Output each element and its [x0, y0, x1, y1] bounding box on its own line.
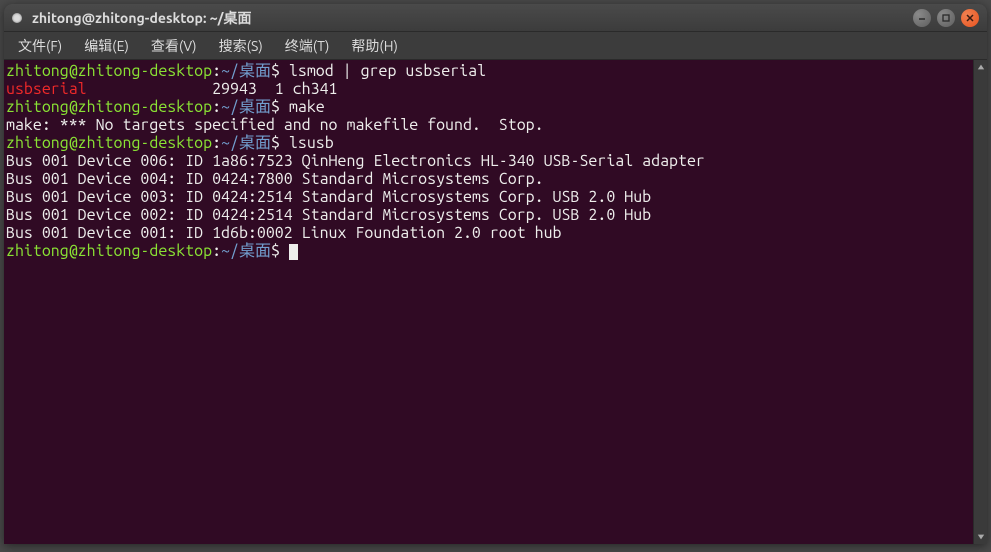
command-text: lsusb — [280, 134, 334, 152]
menu-edit[interactable]: 编辑(E) — [80, 34, 133, 58]
output-text: Bus 001 Device 006: ID 1a86:7523 QinHeng… — [6, 152, 705, 170]
output-text: make: *** No targets specified and no ma… — [6, 116, 544, 134]
prompt-user: zhitong@zhitong-desktop — [6, 242, 212, 260]
prompt-colon: : — [212, 98, 221, 116]
prompt-path: ~/桌面 — [221, 62, 271, 80]
command-text: make — [280, 98, 325, 116]
prompt-user: zhitong@zhitong-desktop — [6, 62, 212, 80]
prompt-path: ~/桌面 — [221, 98, 271, 116]
prompt-colon: : — [212, 134, 221, 152]
terminal-area: zhitong@zhitong-desktop:~/桌面$ lsmod | gr… — [4, 60, 987, 544]
prompt-user: zhitong@zhitong-desktop — [6, 98, 212, 116]
prompt-dollar: $ — [271, 98, 280, 116]
output-text: Bus 001 Device 002: ID 0424:2514 Standar… — [6, 206, 651, 224]
prompt-dollar: $ — [271, 62, 280, 80]
grep-match: usbserial — [6, 80, 87, 98]
menu-view[interactable]: 查看(V) — [147, 34, 201, 58]
maximize-button[interactable] — [937, 9, 955, 27]
output-text: Bus 001 Device 001: ID 1d6b:0002 Linux F… — [6, 224, 562, 242]
scroll-down-button[interactable] — [974, 530, 987, 544]
prompt-colon: : — [212, 242, 221, 260]
cursor — [289, 244, 298, 260]
terminal-content[interactable]: zhitong@zhitong-desktop:~/桌面$ lsmod | gr… — [4, 60, 973, 544]
output-text: Bus 001 Device 004: ID 0424:7800 Standar… — [6, 170, 544, 188]
menubar: 文件(F) 编辑(E) 查看(V) 搜索(S) 终端(T) 帮助(H) — [4, 32, 987, 60]
terminal-window: zhitong@zhitong-desktop: ~/桌面 文件(F) 编辑(E… — [4, 4, 987, 544]
prompt-colon: : — [212, 62, 221, 80]
window-title: zhitong@zhitong-desktop: ~/桌面 — [32, 8, 913, 28]
chevron-down-icon — [977, 533, 985, 541]
maximize-icon — [941, 13, 951, 23]
output-text: 29943 1 ch341 — [87, 80, 338, 98]
menu-file[interactable]: 文件(F) — [14, 34, 66, 58]
prompt-dollar: $ — [271, 134, 280, 152]
menu-terminal[interactable]: 终端(T) — [281, 34, 334, 58]
menu-help[interactable]: 帮助(H) — [347, 34, 402, 58]
close-button[interactable] — [961, 9, 979, 27]
menu-search[interactable]: 搜索(S) — [215, 34, 267, 58]
close-icon — [965, 13, 975, 23]
prompt-path: ~/桌面 — [221, 134, 271, 152]
command-text — [280, 242, 289, 260]
prompt-path: ~/桌面 — [221, 242, 271, 260]
window-controls — [913, 9, 979, 27]
app-icon — [12, 13, 22, 23]
command-text: lsmod | grep usbserial — [280, 62, 486, 80]
titlebar: zhitong@zhitong-desktop: ~/桌面 — [4, 4, 987, 32]
minimize-icon — [917, 13, 927, 23]
chevron-up-icon — [977, 63, 985, 71]
prompt-user: zhitong@zhitong-desktop — [6, 134, 212, 152]
output-text: Bus 001 Device 003: ID 0424:2514 Standar… — [6, 188, 651, 206]
prompt-dollar: $ — [271, 242, 280, 260]
minimize-button[interactable] — [913, 9, 931, 27]
scrollbar[interactable] — [973, 60, 987, 544]
scroll-up-button[interactable] — [974, 60, 987, 74]
